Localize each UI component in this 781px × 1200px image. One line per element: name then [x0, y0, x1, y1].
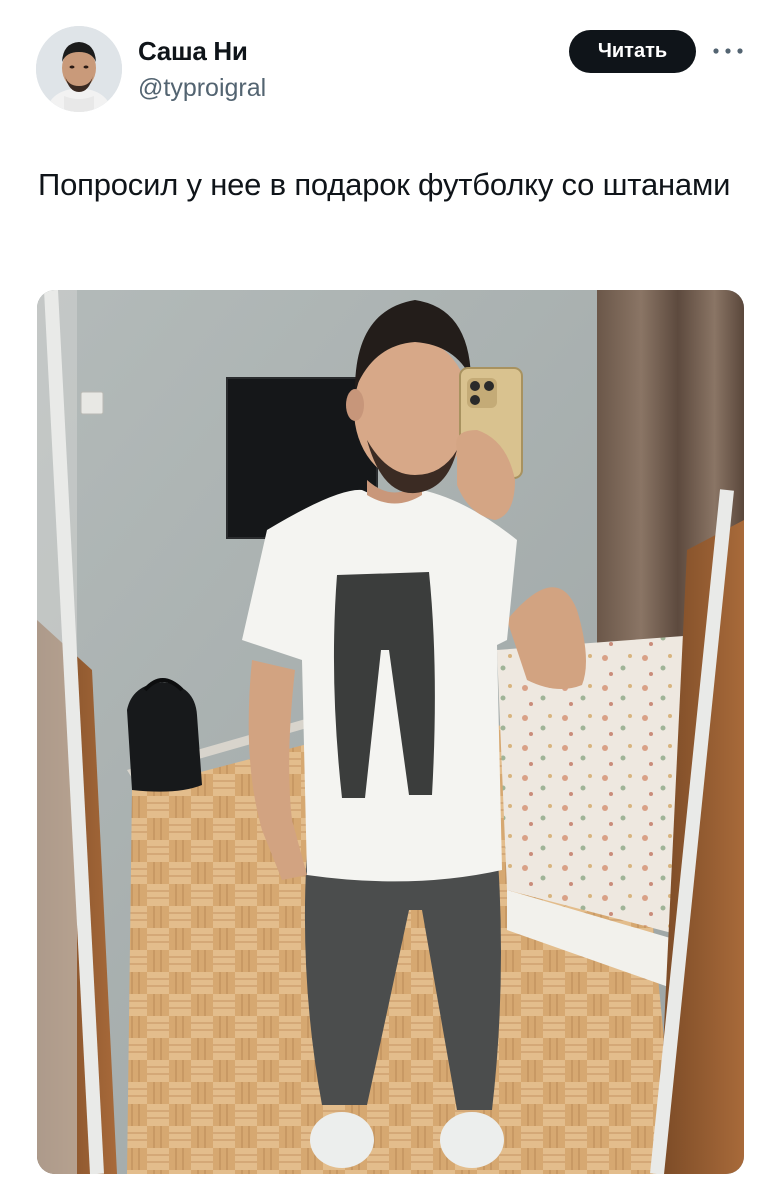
mirror-selfie-photo — [37, 290, 744, 1174]
tweet-photo[interactable] — [37, 290, 744, 1174]
tweet-header: Саша Ни @typroigral Читать — [0, 0, 781, 120]
avatar[interactable] — [36, 26, 122, 112]
more-button[interactable] — [708, 36, 748, 66]
more-dots-icon — [713, 48, 743, 54]
tweet-text: Попросил у нее в подарок футболку со шта… — [38, 167, 731, 202]
author-name[interactable]: Саша Ни — [138, 36, 248, 67]
author-handle[interactable]: @typroigral — [138, 74, 266, 103]
follow-button[interactable]: Читать — [569, 30, 696, 73]
user-avatar-icon — [36, 26, 122, 112]
